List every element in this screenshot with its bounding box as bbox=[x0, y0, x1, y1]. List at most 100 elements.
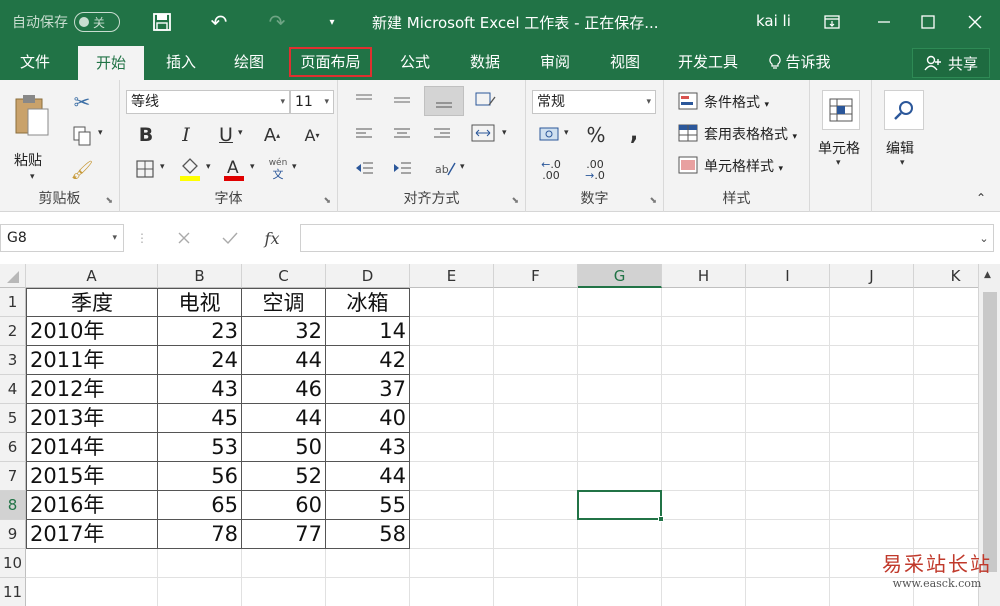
cell[interactable] bbox=[494, 317, 578, 346]
close-icon[interactable] bbox=[955, 0, 995, 44]
cell[interactable] bbox=[662, 491, 746, 520]
percent-button[interactable]: % bbox=[582, 122, 610, 148]
table-cell[interactable]: 50 bbox=[242, 433, 326, 462]
cell[interactable] bbox=[410, 288, 494, 317]
table-cell[interactable]: 2010年 bbox=[26, 317, 158, 346]
column-header-d[interactable]: D bbox=[326, 264, 410, 288]
column-header-c[interactable]: C bbox=[242, 264, 326, 288]
cell[interactable] bbox=[746, 578, 830, 606]
cells-dropdown-icon[interactable]: ▾ bbox=[836, 158, 841, 168]
cell[interactable] bbox=[578, 433, 662, 462]
tab-draw[interactable]: 绘图 bbox=[218, 44, 280, 80]
number-format-select[interactable]: 常规 ▾ bbox=[532, 90, 656, 114]
share-button[interactable]: 共享 bbox=[912, 48, 990, 78]
autosave-toggle[interactable]: 自动保存 关 bbox=[12, 10, 120, 34]
table-cell[interactable]: 43 bbox=[326, 433, 410, 462]
cell[interactable] bbox=[746, 462, 830, 491]
tab-formulas[interactable]: 公式 bbox=[384, 44, 446, 80]
currency-icon[interactable] bbox=[536, 122, 564, 148]
merge-center-icon[interactable] bbox=[468, 120, 498, 146]
table-cell[interactable]: 2013年 bbox=[26, 404, 158, 433]
search-icon[interactable] bbox=[884, 90, 924, 130]
cell[interactable] bbox=[662, 288, 746, 317]
cell[interactable] bbox=[410, 491, 494, 520]
row-header-7[interactable]: 7 bbox=[0, 462, 26, 491]
table-cell[interactable]: 46 bbox=[242, 375, 326, 404]
tab-view[interactable]: 视图 bbox=[594, 44, 656, 80]
row-header-4[interactable]: 4 bbox=[0, 375, 26, 404]
format-as-table-button[interactable]: 套用表格格式 ▾ bbox=[704, 124, 797, 144]
user-name[interactable]: kai li bbox=[756, 12, 791, 30]
table-cell[interactable]: 2017年 bbox=[26, 520, 158, 549]
cell[interactable] bbox=[410, 578, 494, 606]
increase-font-size-icon[interactable]: A ▴ bbox=[260, 122, 284, 148]
row-header-3[interactable]: 3 bbox=[0, 346, 26, 375]
table-cell[interactable]: 23 bbox=[158, 317, 242, 346]
paste-icon[interactable] bbox=[10, 90, 54, 140]
table-header-cell[interactable]: 季度 bbox=[26, 288, 158, 317]
cell[interactable] bbox=[746, 433, 830, 462]
comma-button[interactable]: , bbox=[622, 120, 646, 146]
align-bottom-icon[interactable] bbox=[424, 86, 464, 116]
cell[interactable] bbox=[494, 462, 578, 491]
cell[interactable] bbox=[578, 317, 662, 346]
table-cell[interactable]: 2012年 bbox=[26, 375, 158, 404]
table-cell[interactable]: 45 bbox=[158, 404, 242, 433]
row-header-9[interactable]: 9 bbox=[0, 520, 26, 549]
increase-decimal-icon[interactable]: ←.0.00 bbox=[536, 156, 566, 184]
cell[interactable] bbox=[494, 375, 578, 404]
orientation-dropdown-icon[interactable]: ▾ bbox=[460, 162, 465, 172]
table-cell[interactable]: 32 bbox=[242, 317, 326, 346]
column-header-a[interactable]: A bbox=[26, 264, 158, 288]
cell[interactable] bbox=[494, 346, 578, 375]
bold-button[interactable]: B bbox=[134, 122, 158, 148]
cell[interactable] bbox=[578, 288, 662, 317]
phonetic-icon[interactable]: wén 文 bbox=[266, 154, 290, 184]
table-cell[interactable]: 52 bbox=[242, 462, 326, 491]
format-as-table-icon[interactable] bbox=[676, 122, 700, 144]
row-header-1[interactable]: 1 bbox=[0, 288, 26, 317]
tab-page-layout[interactable]: 页面布局 bbox=[289, 47, 372, 77]
cell[interactable] bbox=[662, 462, 746, 491]
redo-icon[interactable]: ↷ bbox=[264, 10, 290, 34]
cell-styles-button[interactable]: 单元格样式 ▾ bbox=[704, 156, 783, 176]
format-painter-icon[interactable]: 🖌 bbox=[68, 156, 96, 184]
table-cell[interactable]: 55 bbox=[326, 491, 410, 520]
table-header-cell[interactable]: 冰箱 bbox=[326, 288, 410, 317]
row-header-2[interactable]: 2 bbox=[0, 317, 26, 346]
text-orientation-icon[interactable] bbox=[472, 88, 500, 112]
cell[interactable] bbox=[410, 317, 494, 346]
row-header-6[interactable]: 6 bbox=[0, 433, 26, 462]
cell[interactable] bbox=[662, 578, 746, 606]
fill-handle[interactable] bbox=[658, 516, 664, 522]
editing-group[interactable]: 编辑 ▾ bbox=[872, 80, 936, 212]
table-header-cell[interactable]: 空调 bbox=[242, 288, 326, 317]
cell[interactable] bbox=[830, 404, 914, 433]
align-center-icon[interactable] bbox=[388, 122, 416, 146]
conditional-formatting-button[interactable]: 条件格式 ▾ bbox=[704, 92, 769, 112]
decrease-indent-icon[interactable] bbox=[350, 156, 378, 180]
cell[interactable] bbox=[494, 433, 578, 462]
table-cell[interactable]: 53 bbox=[158, 433, 242, 462]
cell[interactable] bbox=[830, 346, 914, 375]
number-launcher-icon[interactable]: ⬊ bbox=[649, 196, 657, 206]
cells-group[interactable]: 单元格 ▾ bbox=[810, 80, 872, 212]
table-cell[interactable]: 37 bbox=[326, 375, 410, 404]
table-cell[interactable]: 43 bbox=[158, 375, 242, 404]
cell[interactable] bbox=[158, 578, 242, 606]
cell[interactable] bbox=[26, 549, 158, 578]
editing-dropdown-icon[interactable]: ▾ bbox=[900, 158, 905, 168]
cell[interactable] bbox=[410, 549, 494, 578]
table-cell[interactable]: 2011年 bbox=[26, 346, 158, 375]
column-header-f[interactable]: F bbox=[494, 264, 578, 288]
cell[interactable] bbox=[830, 462, 914, 491]
table-cell[interactable]: 14 bbox=[326, 317, 410, 346]
table-cell[interactable]: 44 bbox=[242, 404, 326, 433]
cell[interactable] bbox=[26, 578, 158, 606]
orientation-icon[interactable]: ab bbox=[430, 156, 460, 180]
cut-icon[interactable]: ✂ bbox=[68, 88, 96, 116]
align-left-icon[interactable] bbox=[350, 122, 378, 146]
borders-dropdown-icon[interactable]: ▾ bbox=[160, 162, 165, 172]
cell[interactable] bbox=[746, 491, 830, 520]
cell[interactable] bbox=[410, 404, 494, 433]
